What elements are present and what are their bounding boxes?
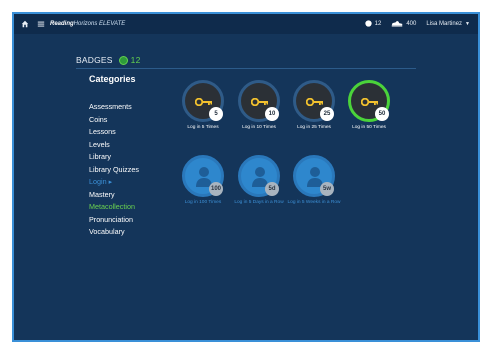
category-library-quizzes[interactable]: Library Quizzes xyxy=(89,164,139,177)
green-dot-icon xyxy=(118,55,128,65)
badge-label: Log in 50 Times xyxy=(352,125,386,130)
category-coins[interactable]: Coins xyxy=(89,114,139,127)
badge-count: 5d xyxy=(265,182,279,196)
caret-down-icon: ▼ xyxy=(465,21,470,27)
category-lessons[interactable]: Lessons xyxy=(89,126,139,139)
badge-label: Log in 10 Times xyxy=(242,125,276,130)
brand-logo-bold: Reading xyxy=(50,21,74,27)
key-icon xyxy=(195,98,212,106)
badge-count: 5w xyxy=(320,182,334,196)
category-library[interactable]: Library xyxy=(89,151,139,164)
brand-logo[interactable]: Reading Horizons ELEVATE xyxy=(50,21,125,27)
badge-circle: 5w xyxy=(293,155,335,197)
coin-icon xyxy=(365,19,372,29)
user-menu[interactable]: Lisa Martinez ▼ xyxy=(426,21,470,27)
points-counter[interactable]: 400 xyxy=(391,20,416,29)
badges-header: BADGES 12 xyxy=(76,52,416,69)
badge-count: 5 xyxy=(209,107,223,121)
main-panel: BADGES 12 Categories Assessments Coins L… xyxy=(14,34,478,340)
brand-logo-rest: Horizons ELEVATE xyxy=(73,21,126,27)
badge-count: 10 xyxy=(265,107,279,121)
coins-count: 12 xyxy=(374,21,382,27)
category-pronunciation[interactable]: Pronunciation xyxy=(89,214,139,227)
points-count: 400 xyxy=(406,21,417,27)
category-levels[interactable]: Levels xyxy=(89,139,139,152)
category-login[interactable]: Login ▸ xyxy=(89,176,139,189)
badge-label: Log in 5 Days in a Row xyxy=(234,200,284,205)
user-name: Lisa Martinez xyxy=(426,21,463,27)
badge-circle: 10 xyxy=(238,80,280,122)
badge-circle: 25 xyxy=(293,80,335,122)
badge-label: Log in 100 Times xyxy=(184,200,222,205)
category-metacollection[interactable]: Metacollection xyxy=(89,201,139,214)
badge-label: Log in 25 Times xyxy=(297,125,331,130)
sneaker-icon xyxy=(391,20,403,29)
hamburger-menu-icon[interactable] xyxy=(36,19,46,29)
category-vocabulary[interactable]: Vocabulary xyxy=(89,226,139,239)
badge-circle: 100 xyxy=(182,155,224,197)
badges-title: BADGES xyxy=(76,55,113,65)
badge-label: Log in 5 Weeks in a Row xyxy=(287,200,341,205)
category-assessments[interactable]: Assessments xyxy=(89,101,139,114)
key-icon xyxy=(306,98,323,106)
top-navigation-bar: Reading Horizons ELEVATE 12 400 Lisa Mart… xyxy=(14,14,478,34)
badge-circle: 5d xyxy=(238,155,280,197)
badge-count: 100 xyxy=(209,182,223,196)
key-icon xyxy=(251,98,268,106)
categories-title: Categories xyxy=(89,74,136,84)
badges-count: 12 xyxy=(130,55,141,65)
badge-circle: 50 xyxy=(348,80,390,122)
coins-counter[interactable]: 12 xyxy=(365,19,382,29)
badge-circle: 5 xyxy=(182,80,224,122)
home-icon[interactable] xyxy=(20,19,30,29)
category-mastery[interactable]: Mastery xyxy=(89,189,139,202)
badge-label: Log in 5 Times xyxy=(187,125,219,130)
key-icon xyxy=(361,98,378,106)
badge-count: 50 xyxy=(375,107,389,121)
categories-list: Assessments Coins Lessons Levels Library… xyxy=(89,101,139,239)
badge-count: 25 xyxy=(320,107,334,121)
